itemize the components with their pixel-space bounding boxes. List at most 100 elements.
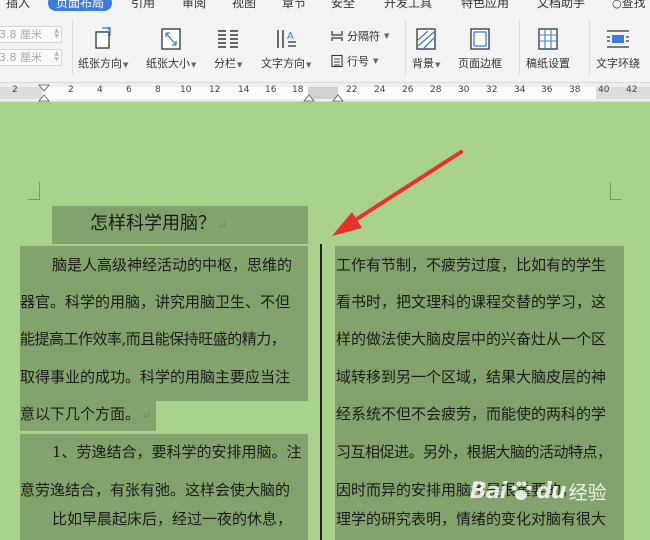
right-column-line: 看书时，把文理科的课程交替的学习，这	[336, 293, 607, 311]
separator-button[interactable]: 分隔符 ▼	[330, 28, 389, 44]
paper-size-icon	[161, 28, 181, 50]
spin-arrows-icon[interactable]: ▲ ▼	[54, 51, 59, 63]
columns-button[interactable]: 分栏▼	[214, 26, 242, 71]
ribbon-divider	[405, 20, 406, 75]
left-column-line: 脑是人高级神经活动的中枢，思维的	[52, 256, 293, 274]
margin-corner-mark	[28, 182, 40, 200]
paw-icon	[511, 481, 532, 500]
ribbon-divider	[72, 20, 73, 75]
background-button[interactable]: 背景▼	[412, 26, 440, 71]
text-wrap-label: 文字环绕	[596, 57, 640, 70]
left-column-line: 器官。科学的用脑，讲究用脑卫生、不但	[20, 293, 291, 311]
tab-insert[interactable]: 插入	[6, 0, 30, 11]
text-wrap-button[interactable]: 文字环绕	[596, 26, 640, 71]
ruler-tick: 30	[458, 85, 470, 95]
column-marker-icon[interactable]	[332, 84, 344, 102]
column-marker-icon[interactable]	[303, 84, 315, 102]
tab-security[interactable]: 安全	[331, 0, 355, 11]
background-label: 背景	[412, 57, 434, 70]
ruler-tick: 6	[126, 85, 132, 95]
draft-paper-icon	[538, 28, 558, 50]
ruler-tick: 34	[514, 85, 526, 95]
ruler-tick: 16	[265, 85, 277, 95]
column-separator-line	[320, 244, 322, 540]
tab-view[interactable]: 视图	[232, 0, 256, 11]
page-border-icon	[470, 28, 490, 50]
text-direction-button[interactable]: A 文字方向▼	[261, 26, 311, 71]
indent-marker-icon[interactable]	[38, 84, 50, 102]
spin-arrows-icon[interactable]: ▲ ▼	[54, 28, 59, 40]
search-icon: ○	[612, 0, 622, 10]
tab-doc-assistant[interactable]: 文档助手	[537, 0, 585, 11]
tab-features[interactable]: 特色应用	[461, 0, 509, 11]
tab-search[interactable]: ○查找	[612, 0, 646, 11]
dropdown-caret-icon: ▼	[191, 61, 197, 69]
right-column-line: 经系统不但不会疲劳，而能使的两科的学	[336, 405, 607, 423]
left-column-line: 意以下几个方面。 ↵	[20, 405, 152, 423]
margin-spin-top[interactable]: 3.8 厘米 ▲ ▼	[0, 26, 62, 43]
ruler-tick: 28	[430, 85, 442, 95]
ruler-tick: 10	[180, 85, 192, 95]
background-icon	[416, 28, 436, 50]
tab-developer[interactable]: 开发工具	[384, 0, 432, 11]
ruler-tick: 38	[569, 85, 581, 95]
horizontal-ruler[interactable]: 2 2 4 6 8 10 12 14 16 18 22 24 26 28 30 …	[0, 83, 650, 102]
right-column-line: 样的做法使大脑皮层中的兴奋灶从一个区	[336, 330, 607, 348]
line-number-label: 行号	[347, 55, 369, 68]
line-number-button[interactable]: 行号 ▼	[330, 53, 378, 69]
page-border-button[interactable]: 页面边框	[458, 26, 502, 71]
baidu-watermark-logo: Bai du 经验	[470, 479, 607, 504]
svg-text:A: A	[287, 31, 294, 42]
ruler-tick: 22	[346, 85, 358, 95]
page-border-label: 页面边框	[458, 57, 502, 70]
paper-orientation-icon	[95, 26, 112, 49]
margin-spin-bottom[interactable]: 3.8 厘米 ▲ ▼	[0, 49, 62, 66]
separator-label: 分隔符	[347, 30, 380, 43]
ruler-tick: 2	[12, 85, 18, 95]
tab-references[interactable]: 引用	[131, 0, 155, 11]
ruler-tick: 4	[97, 85, 103, 95]
line-number-icon	[331, 54, 343, 68]
right-column-line: 工作有节制，不疲劳过度，比如有的学生	[336, 256, 607, 274]
right-column-line: 理学的研究表明，情绪的变化对脑有很大	[336, 510, 607, 528]
ruler-margin-left	[0, 87, 42, 99]
draft-paper-button[interactable]: 稿纸设置	[526, 26, 570, 71]
margin-spin-top-value: 3.8 厘米	[0, 28, 42, 41]
text-direction-label: 文字方向	[261, 57, 305, 70]
paragraph-mark-icon: ↵	[142, 409, 152, 422]
margin-corner-mark	[610, 182, 622, 200]
paper-size-label: 纸张大小	[146, 57, 190, 70]
ruler-tick: 26	[402, 85, 414, 95]
columns-icon	[218, 30, 239, 48]
ribbon-panel: 3.8 厘米 ▲ ▼ 3.8 厘米 ▲ ▼ 纸张方向▼ 纸张大小▼ 分栏▼ A …	[0, 12, 650, 83]
ruler-tick: 2	[68, 85, 74, 95]
ruler-tick: 36	[541, 85, 553, 95]
ribbon-tab-bar: 插入 页面布局 引用 审阅 视图 章节 安全 开发工具 特色应用 文档助手 ○查…	[0, 0, 650, 12]
paper-orientation-label: 纸张方向	[78, 57, 122, 70]
tab-page-layout[interactable]: 页面布局	[48, 0, 113, 11]
dropdown-caret-icon: ▼	[237, 61, 243, 69]
dropdown-caret-icon: ▼	[306, 61, 312, 69]
paragraph-mark-icon: ↵	[218, 219, 228, 232]
tab-chapter[interactable]: 章节	[282, 0, 306, 11]
paper-size-button[interactable]: 纸张大小▼	[146, 26, 196, 71]
ruler-tick: 18	[292, 85, 304, 95]
text-wrap-icon	[607, 30, 629, 48]
ruler-tick: 32	[486, 85, 498, 95]
dropdown-caret-icon: ▼	[384, 32, 390, 40]
margin-spin-bottom-value: 3.8 厘米	[0, 51, 42, 64]
right-column-line: 习互相促进。另外，根据大脑的活动特点，	[336, 443, 612, 461]
right-column-line: 域转移到另一个区域，结果大脑皮层的神	[336, 368, 607, 386]
columns-label: 分栏	[214, 57, 236, 70]
ruler-tick: 40	[598, 85, 610, 95]
left-column-line: 1、劳逸结合，要科学的安排用脑。注	[52, 443, 302, 461]
separator-icon	[331, 31, 343, 41]
ribbon-divider	[589, 20, 590, 75]
paper-orientation-button[interactable]: 纸张方向▼	[78, 26, 128, 71]
left-column-line: 取得事业的成功。科学的用脑主要应当注	[20, 368, 291, 386]
ruler-tick: 12	[209, 85, 221, 95]
ruler-tick: 8	[155, 85, 161, 95]
tab-review[interactable]: 审阅	[182, 0, 206, 11]
text-direction-icon: A	[277, 30, 297, 48]
ruler-tick: 24	[374, 85, 386, 95]
